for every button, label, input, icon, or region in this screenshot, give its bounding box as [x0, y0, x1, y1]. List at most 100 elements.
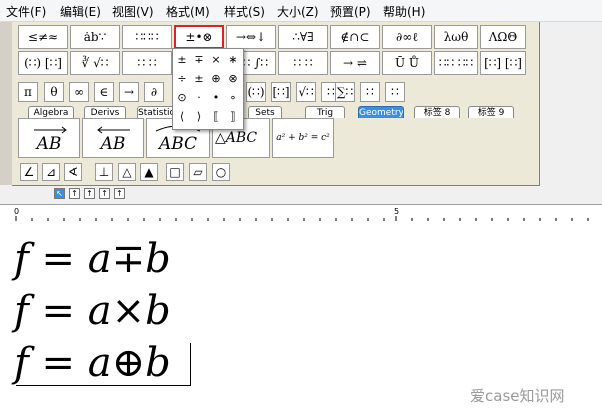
eq2-lhs: f: [14, 288, 29, 334]
toolbar-gripper: [0, 22, 12, 185]
template-vector-right-graphic: AB: [34, 126, 67, 154]
filled-triangle-button[interactable]: ▲: [140, 163, 158, 181]
perpendicular-button[interactable]: ⊥: [95, 163, 113, 181]
menu-help[interactable]: 帮助(H): [383, 3, 425, 20]
small-sum-button[interactable]: ∑∷: [335, 82, 355, 102]
tab-trig[interactable]: Trig: [305, 106, 345, 118]
triangle-button[interactable]: △: [118, 163, 136, 181]
operators-dropdown: ± ∓ × ∗ ÷ ± ⊕ ⊗ ⊙ · • ∘ ⟨ ⟩ ⟦ ⟧: [172, 48, 244, 130]
square-button[interactable]: □: [166, 163, 184, 181]
template-vector-right-text: AB: [35, 134, 62, 154]
menu-edit[interactable]: 编辑(E): [60, 3, 101, 20]
menu-preset[interactable]: 预置(P): [330, 3, 371, 20]
palette-misc[interactable]: ∂∞ℓ: [382, 25, 432, 49]
symbol-ring[interactable]: ∘: [225, 90, 241, 106]
menu-size[interactable]: 大小(Z): [277, 3, 319, 20]
eq2-equals: =: [41, 288, 76, 334]
small-matrix-button[interactable]: ∷: [360, 82, 380, 102]
symbol-right-double-bracket[interactable]: ⟧: [225, 109, 241, 125]
symbol-oplus[interactable]: ⊕: [208, 71, 224, 87]
small-pi-button[interactable]: π: [18, 82, 38, 102]
palette-products[interactable]: Ū Ů: [382, 51, 432, 75]
symbol-odot[interactable]: ⊙: [174, 90, 190, 106]
tab-geometry[interactable]: Geometry: [358, 106, 404, 118]
eq3-a: a: [87, 340, 112, 386]
palette-underbars[interactable]: ∷ ∷: [278, 51, 328, 75]
palette-operators[interactable]: ±•⊗: [174, 25, 224, 49]
small-arrow-button[interactable]: →: [119, 82, 139, 102]
palette-greek-upper[interactable]: ΛΩΘ: [480, 25, 526, 49]
symbol-rangle[interactable]: ⟩: [191, 109, 207, 125]
symbol-plus-minus-alt[interactable]: ±: [191, 71, 207, 87]
circle-button[interactable]: ○: [212, 163, 230, 181]
symbol-asterisk[interactable]: ∗: [225, 52, 241, 68]
menu-file[interactable]: 文件(F): [6, 3, 46, 20]
palette-greek-lower[interactable]: λωθ: [434, 25, 478, 49]
parallelogram-button[interactable]: ▱: [189, 163, 207, 181]
small-infinity-button[interactable]: ∞: [69, 82, 89, 102]
equation-line-1[interactable]: f = a∓b: [14, 236, 171, 282]
template-vector-left[interactable]: AB: [82, 118, 144, 158]
small-partial-button[interactable]: ∂: [144, 82, 164, 102]
palette-logic[interactable]: ∴∀∃: [278, 25, 328, 49]
symbol-plus-minus[interactable]: ±: [174, 52, 190, 68]
tab-statistics[interactable]: Statistics: [137, 106, 175, 118]
symbol-bullet[interactable]: •: [208, 90, 224, 106]
equation-line-3[interactable]: f = a⊕b: [14, 340, 171, 386]
tabstop-right-icon[interactable]: ↑: [84, 188, 95, 199]
angle-button[interactable]: ∠: [20, 163, 38, 181]
palette-arrows[interactable]: →⇔↓: [226, 25, 276, 49]
palette-sets[interactable]: ∉∩⊂: [330, 25, 380, 49]
symbol-cdot[interactable]: ·: [191, 90, 207, 106]
equation-line-2[interactable]: f = a×b: [14, 288, 171, 334]
eq3-lhs: f: [14, 340, 29, 386]
palette-fences[interactable]: (∷) [∷]: [18, 51, 68, 75]
symbol-minus-plus[interactable]: ∓: [191, 52, 207, 68]
tabstop-center-icon[interactable]: ↑: [69, 188, 80, 199]
template-vector-right[interactable]: AB: [18, 118, 80, 158]
menu-style[interactable]: 样式(S): [224, 3, 265, 20]
tabstop-bar-icon[interactable]: ↑: [114, 188, 125, 199]
menu-bar: 文件(F) 编辑(E) 视图(V) 格式(M) 样式(S) 大小(Z) 预置(P…: [0, 0, 602, 22]
watermark: 爱case知识网: [470, 387, 565, 405]
palette-matrices[interactable]: ∷∷ ∷∷: [434, 51, 478, 75]
palette-boxes[interactable]: [∷] [∷]: [480, 51, 526, 75]
tabstop-left-icon[interactable]: ↖: [54, 188, 65, 199]
small-theta-button[interactable]: θ: [44, 82, 64, 102]
spherical-angle-button[interactable]: ∢: [64, 163, 82, 181]
tab-derivs[interactable]: Derivs: [84, 106, 126, 118]
symbol-times[interactable]: ×: [208, 52, 224, 68]
palette-embellishments[interactable]: ∷∷∷: [122, 25, 172, 49]
tabstop-decimal-icon[interactable]: ↑: [99, 188, 110, 199]
palette-labeled-arrows[interactable]: → ⇌: [330, 51, 380, 75]
menu-view[interactable]: 视图(V): [112, 3, 154, 20]
tab-label-8[interactable]: 标签 8: [414, 106, 460, 118]
symbol-langle[interactable]: ⟨: [174, 109, 190, 125]
palette-fractions-radicals[interactable]: ∛ √∷: [70, 51, 120, 75]
template-pythagoras[interactable]: a² + b² = c²: [272, 118, 334, 158]
small-root-button[interactable]: √∷: [296, 82, 316, 102]
right-triangle-button[interactable]: ⊿: [42, 163, 60, 181]
tab-sets[interactable]: Sets: [248, 106, 282, 118]
palette-spaces[interactable]: ȧb∵: [70, 25, 120, 49]
small-box-button[interactable]: ∷: [385, 82, 405, 102]
palette-relations[interactable]: ≤≠≈: [18, 25, 68, 49]
palette-subscripts[interactable]: ∷ ∷: [122, 51, 172, 75]
symbol-otimes[interactable]: ⊗: [225, 71, 241, 87]
tab-algebra[interactable]: Algebra: [28, 106, 74, 118]
symbol-left-double-bracket[interactable]: ⟦: [208, 109, 224, 125]
tabstop-bar: ↖ ↑ ↑ ↑ ↑: [0, 186, 602, 204]
small-element-of-button[interactable]: ∈: [94, 82, 114, 102]
text-cursor: [190, 343, 191, 385]
ruler-label-0: 0: [14, 207, 19, 216]
selection-underline: [16, 385, 191, 386]
small-bracket-button[interactable]: [∷]: [271, 82, 291, 102]
menu-format[interactable]: 格式(M): [166, 3, 210, 20]
tab-label-9[interactable]: 标签 9: [468, 106, 514, 118]
symbol-divide[interactable]: ÷: [174, 71, 190, 87]
toolbar-empty-area: [540, 22, 602, 185]
eq1-operator: ∓: [111, 236, 146, 282]
small-fence-button[interactable]: (∷): [246, 82, 266, 102]
eq3-b: b: [145, 340, 171, 386]
ruler[interactable]: 0 5: [0, 204, 602, 222]
